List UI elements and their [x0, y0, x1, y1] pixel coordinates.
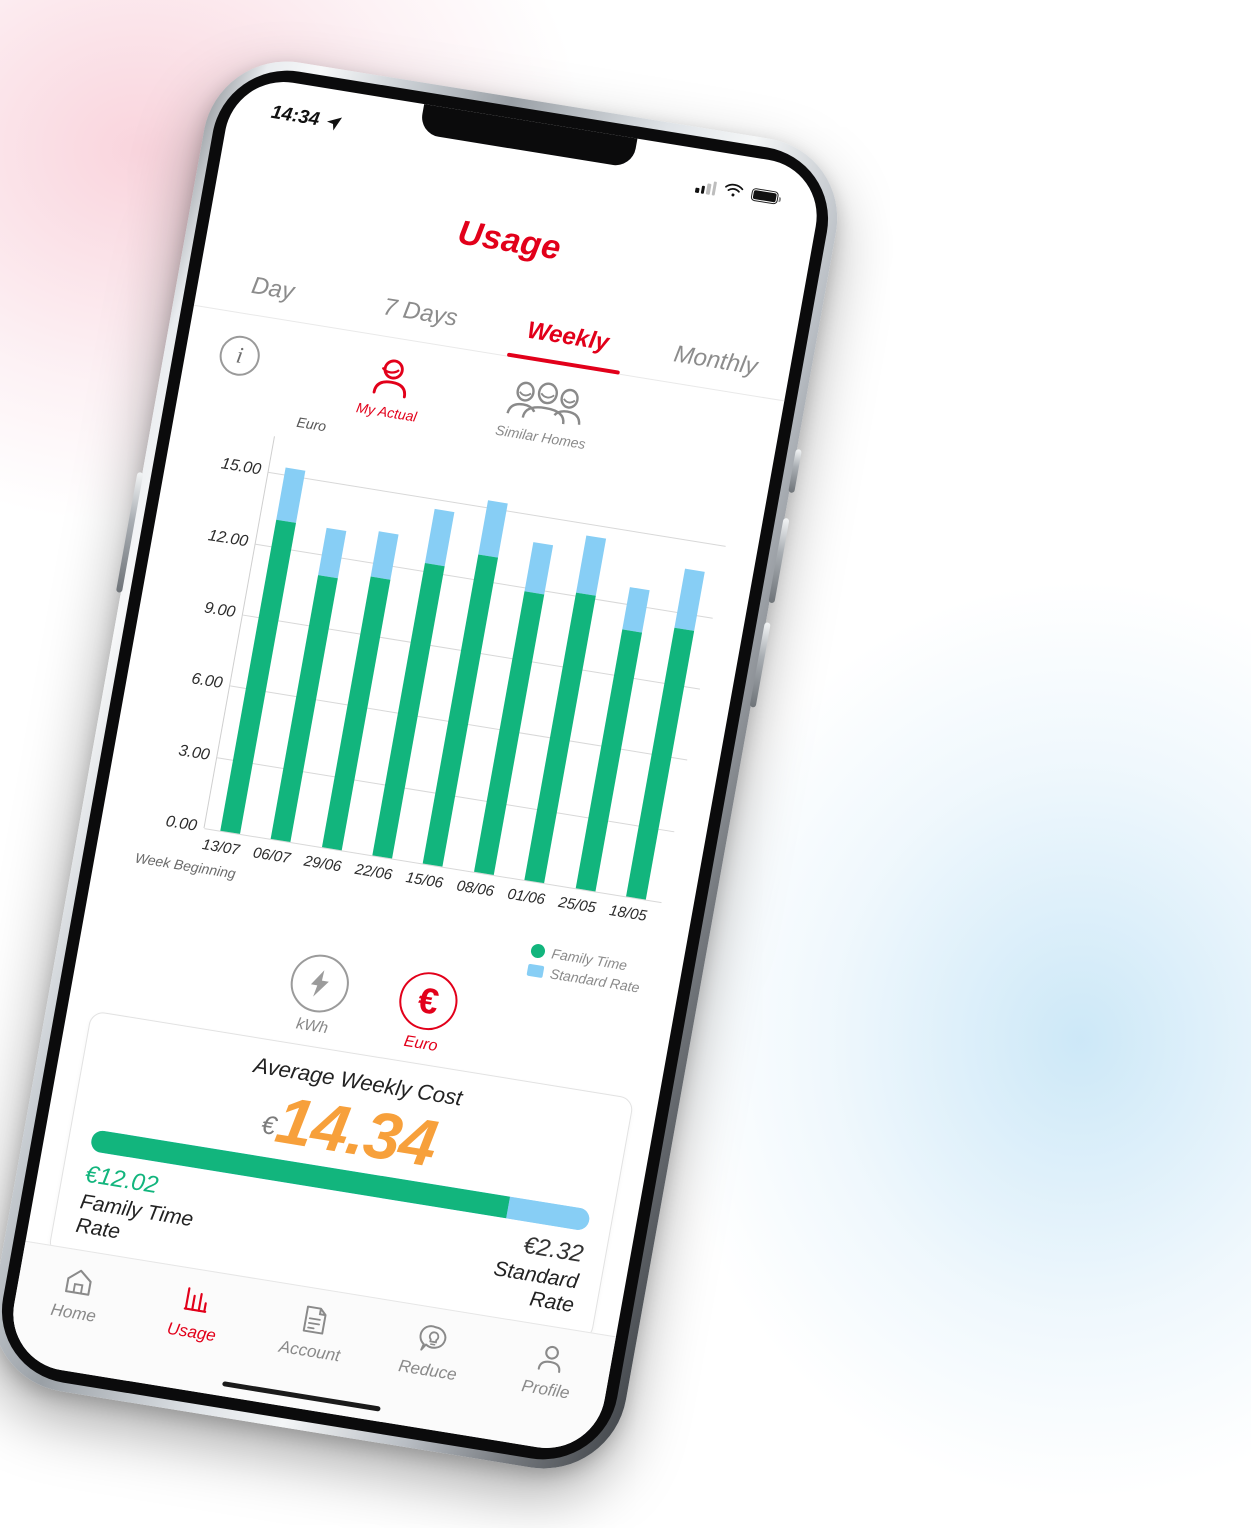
status-indicators: [694, 178, 780, 206]
nav-item-profile[interactable]: Profile: [485, 1332, 614, 1409]
family-time-breakdown: €12.02 Family Time Rate: [74, 1161, 200, 1255]
bar-segment-standard-rate: [576, 535, 607, 596]
nav-item-reduce[interactable]: Reduce: [367, 1313, 496, 1390]
legend-swatch-green: [529, 943, 547, 960]
euro-label: Euro: [402, 1032, 439, 1056]
bar-segment-standard-rate: [275, 467, 306, 523]
kwh-label: kWh: [294, 1015, 330, 1038]
info-icon[interactable]: i: [216, 332, 263, 379]
single-person-icon: [373, 359, 407, 399]
unit-toggle-euro[interactable]: € Euro: [390, 967, 463, 1058]
euro-circle: €: [394, 967, 463, 1035]
legend-swatch-blue: [526, 963, 545, 979]
y-axis-tick: 15.00: [219, 455, 263, 479]
unit-toggle-kwh[interactable]: kWh: [282, 950, 354, 1040]
chart-plot: 15.00 12.00 9.00 6.00 3.00 0.00: [164, 436, 733, 904]
person-icon: [531, 1339, 571, 1378]
nav-item-account[interactable]: Account: [249, 1294, 378, 1371]
bar-segment-family-time: [575, 629, 642, 892]
y-axis-tick: 9.00: [202, 599, 237, 622]
legend-label-standard-rate: Standard Rate: [548, 965, 641, 996]
y-axis-tick: 3.00: [177, 741, 212, 764]
battery-icon: [750, 187, 780, 205]
nav-item-home[interactable]: Home: [12, 1256, 141, 1333]
usage-chart: Euro 15.00 12.00 9.00 6.00 3.00 0.00 13/07 06/…: [86, 386, 770, 1001]
document-icon: [295, 1301, 335, 1340]
chart-legend: Family Time Standard Rate: [526, 942, 657, 998]
nav-label-account: Account: [277, 1336, 342, 1366]
status-time-text: 14:34: [269, 101, 322, 131]
cellular-signal-icon: [694, 178, 718, 196]
chart-plot-area: 15.00 12.00 9.00 6.00 3.00 0.00 13/07 06/07 29/…: [122, 424, 738, 936]
wifi-icon: [725, 183, 744, 197]
bar-segment-family-time: [270, 575, 338, 843]
status-time-group: 14:34: [269, 102, 344, 135]
standard-rate-breakdown: €2.32 Standard Rate: [488, 1228, 586, 1317]
bar-segment-standard-rate: [370, 531, 399, 580]
y-axis-tick: 12.00: [206, 526, 250, 550]
bar-segment-standard-rate: [674, 568, 705, 632]
nav-label-reduce: Reduce: [396, 1356, 459, 1385]
chart-bars[interactable]: [204, 436, 732, 902]
location-arrow-icon: [326, 116, 342, 130]
nav-label-profile: Profile: [520, 1376, 572, 1403]
nav-item-usage[interactable]: Usage: [131, 1275, 260, 1352]
nav-label-usage: Usage: [165, 1318, 218, 1346]
bar-segment-standard-rate: [478, 500, 509, 559]
lightning-bolt-icon: [310, 970, 329, 997]
my-actual-toggle[interactable]: My Actual: [355, 352, 427, 425]
y-axis-tick: 0.00: [164, 813, 199, 835]
nav-label-home: Home: [49, 1299, 98, 1326]
lightbulb-speech-bubble-icon: [413, 1320, 453, 1359]
home-icon: [59, 1262, 99, 1301]
bar-segment-standard-rate: [424, 508, 455, 567]
kwh-circle: [286, 950, 354, 1017]
y-axis-tick: 6.00: [190, 670, 224, 693]
bar-segment-family-time: [626, 628, 695, 900]
bar-segment-standard-rate: [318, 527, 347, 579]
bar-segment-standard-rate: [524, 541, 554, 595]
bar-chart-icon: [177, 1282, 217, 1321]
euro-symbol-icon: €: [414, 978, 443, 1023]
bar-segment-standard-rate: [622, 586, 650, 633]
